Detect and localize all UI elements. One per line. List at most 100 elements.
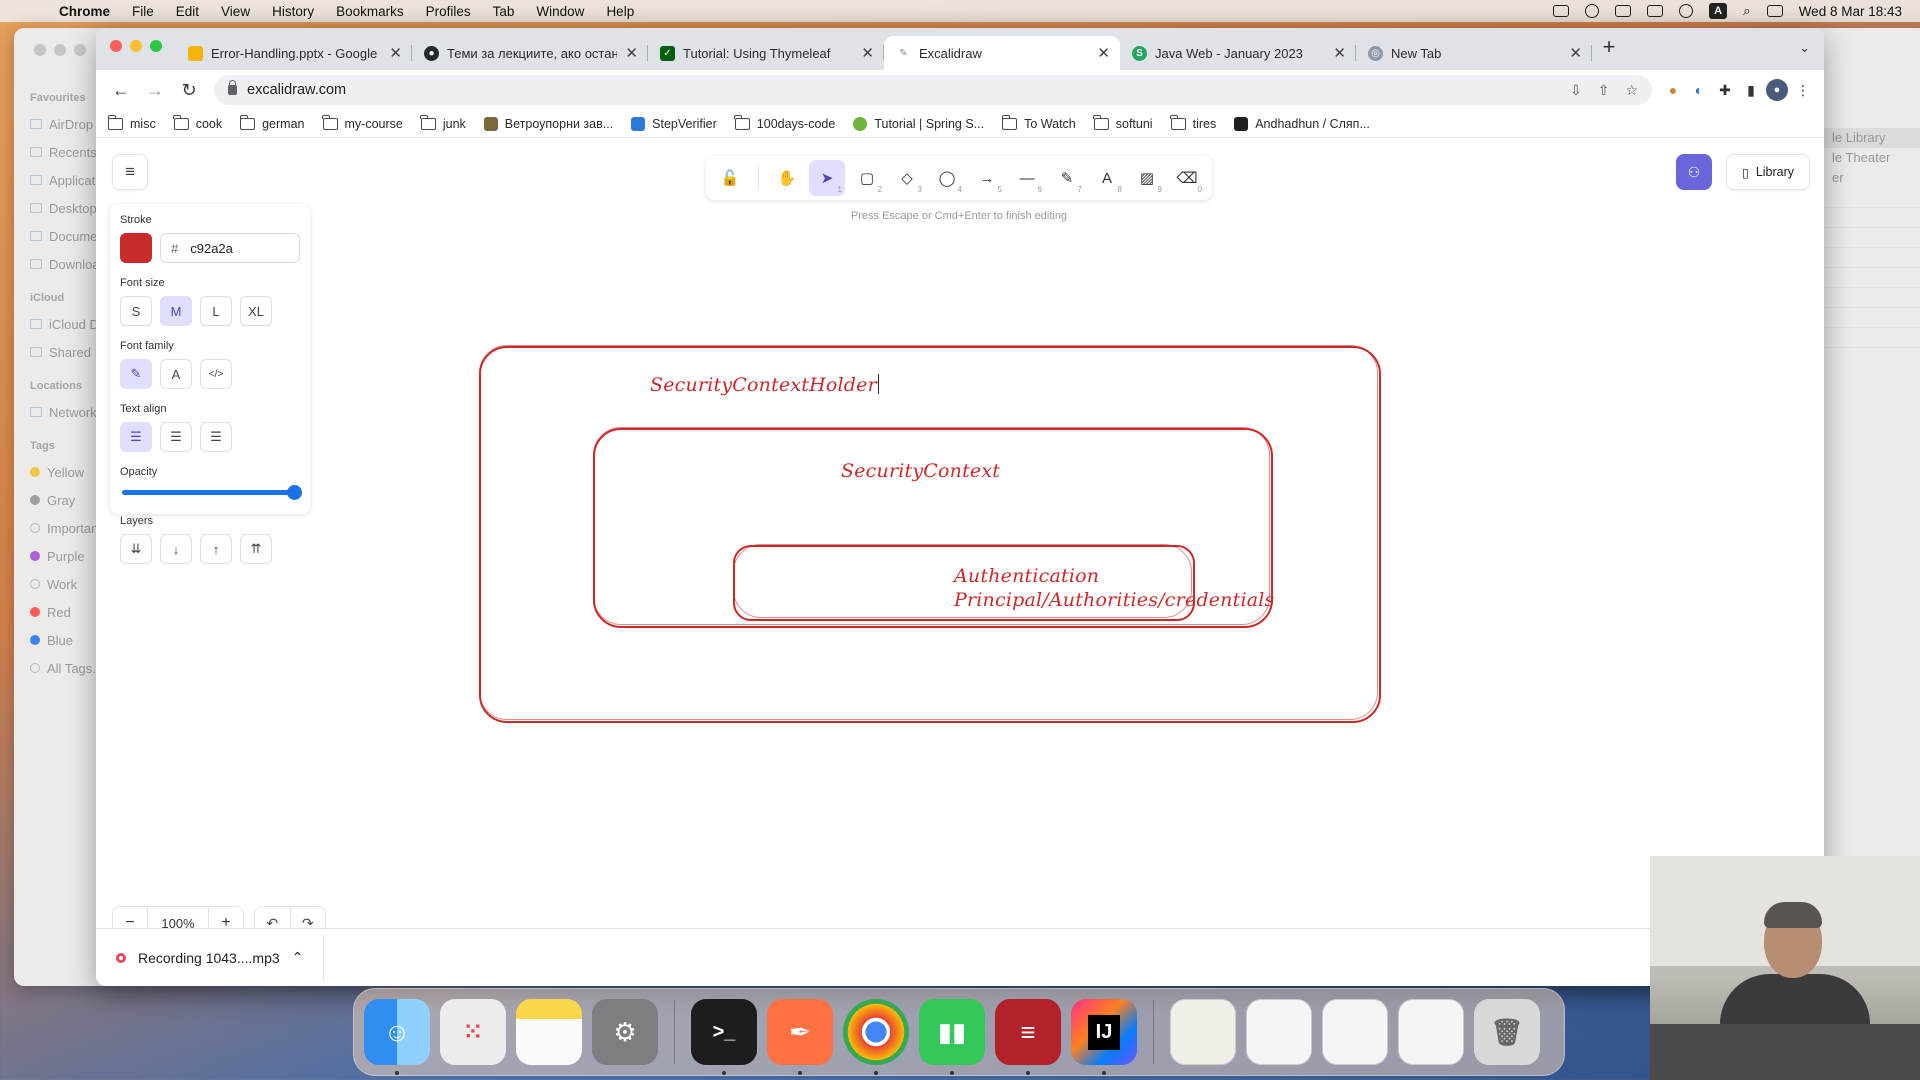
input-source-icon[interactable]	[1553, 5, 1570, 17]
hamburger-menu-icon[interactable]: ≡	[112, 154, 148, 190]
finder-file-row[interactable]: er	[1824, 168, 1920, 188]
bookmark-100days-code[interactable]: 100days-code	[734, 114, 835, 131]
tab-thymeleaf[interactable]: ✓ Tutorial: Using Thymeleaf ✕	[648, 36, 884, 70]
launchpad-dock-icon[interactable]: ⁙	[440, 999, 506, 1065]
cookie-extension-icon[interactable]: ●	[1662, 79, 1684, 101]
image-tool-icon[interactable]: ▨ 9	[1129, 160, 1165, 196]
chrome-menu-icon[interactable]: ⋮	[1792, 79, 1814, 101]
bookmark-spring-tutorial[interactable]: Tutorial | Spring S...	[853, 116, 984, 131]
selection-tool-icon[interactable]: ➤ 1	[809, 160, 845, 196]
script-editor-dock-icon[interactable]: ✒	[767, 999, 833, 1075]
extension-icon[interactable]: ◐	[1688, 79, 1710, 101]
download-item[interactable]: Recording 1043....mp3 ⌃	[116, 934, 325, 981]
bookmark-junk[interactable]: junk	[420, 114, 466, 131]
recent-screenshot-dock-icon[interactable]	[1246, 999, 1312, 1065]
stroke-color-swatch[interactable]	[120, 233, 152, 263]
recent-document-dock-icon[interactable]	[1170, 999, 1236, 1065]
terminal-dock-icon[interactable]: >_	[691, 999, 757, 1075]
close-tab-icon[interactable]: ✕	[625, 44, 638, 62]
font-size-xl-button[interactable]: XL	[240, 296, 272, 326]
menu-view[interactable]: View	[210, 4, 261, 19]
finder-close-button[interactable]	[34, 44, 46, 56]
bookmark-cook[interactable]: cook	[173, 114, 222, 131]
bookmark-windproof[interactable]: Ветроупорни зав...	[483, 116, 613, 131]
clock-text[interactable]: Wed 8 Mar 18:43	[1799, 4, 1902, 19]
align-center-icon[interactable]: ☰	[160, 422, 192, 452]
bookmark-my-course[interactable]: my-course	[322, 114, 403, 131]
intellij-dock-icon[interactable]: IJ	[1071, 999, 1137, 1075]
bookmark-german[interactable]: german	[239, 114, 305, 131]
zoom-window-button[interactable]	[150, 40, 162, 52]
menu-profiles[interactable]: Profiles	[415, 4, 482, 19]
lock-icon[interactable]	[228, 80, 237, 95]
spotlight-search-icon[interactable]: ⌕	[1743, 3, 1751, 19]
bookmark-tires[interactable]: tires	[1170, 114, 1216, 131]
recent-spreadsheet-dock-icon[interactable]	[1322, 999, 1388, 1065]
lock-tool-icon[interactable]: 🔓	[712, 160, 748, 196]
code-font-icon[interactable]: </>	[200, 359, 232, 389]
recent-db-file-dock-icon[interactable]	[1398, 999, 1464, 1065]
stroke-hex-input[interactable]: # c92a2a	[160, 233, 300, 263]
finder-file-row[interactable]: le Theater	[1824, 148, 1920, 168]
bring-to-front-icon[interactable]: ⇈	[240, 534, 272, 564]
minimize-window-button[interactable]	[130, 40, 142, 52]
menu-app-name[interactable]: Chrome	[48, 4, 121, 19]
menu-help[interactable]: Help	[595, 4, 645, 19]
line-tool-icon[interactable]: —6	[1009, 160, 1045, 196]
notes-dock-icon[interactable]	[516, 999, 582, 1065]
authentication-label[interactable]: Authentication Principal/Authorities/cre…	[954, 564, 1274, 612]
bookmark-star-icon[interactable]: ☆	[1625, 82, 1638, 99]
send-backward-icon[interactable]: ↓	[160, 534, 192, 564]
menu-tab[interactable]: Tab	[482, 4, 526, 19]
tab-github-topics[interactable]: ● Теми за лекциите, ако останe ✕	[412, 36, 648, 70]
diamond-tool-icon[interactable]: ◇ 3	[889, 160, 925, 196]
menu-bookmarks[interactable]: Bookmarks	[325, 4, 415, 19]
reload-icon[interactable]: ↻	[174, 75, 204, 105]
tab-excalidraw[interactable]: ✎ Excalidraw ✕	[884, 36, 1120, 70]
live-collaboration-icon[interactable]: ⚇	[1676, 154, 1712, 190]
finder-dock-icon[interactable]: ☺	[364, 999, 430, 1075]
close-tab-icon[interactable]: ✕	[861, 44, 874, 62]
close-tab-icon[interactable]: ✕	[1097, 44, 1110, 62]
menu-edit[interactable]: Edit	[165, 4, 210, 19]
finder-file-row[interactable]: le Library	[1824, 128, 1920, 148]
send-to-back-icon[interactable]: ⇊	[120, 534, 152, 564]
numbers-dock-icon[interactable]: ▮▮	[919, 999, 985, 1075]
hand-tool-icon[interactable]: ✋	[769, 160, 805, 196]
tab-java-web[interactable]: S Java Web - January 2023 ✕	[1120, 36, 1356, 70]
font-size-m-button[interactable]: M	[160, 296, 192, 326]
chevron-up-icon[interactable]: ⌃	[292, 949, 304, 966]
system-settings-dock-icon[interactable]: ⚙	[592, 999, 658, 1065]
bookmark-misc[interactable]: misc	[107, 114, 156, 131]
finder-minimize-button[interactable]	[54, 44, 66, 56]
align-right-icon[interactable]: ☰	[200, 422, 232, 452]
menu-window[interactable]: Window	[525, 4, 595, 19]
font-size-l-button[interactable]: L	[200, 296, 232, 326]
ellipse-tool-icon[interactable]: ◯ 4	[929, 160, 965, 196]
keyboard-layout-icon[interactable]: A	[1709, 3, 1728, 19]
opacity-handle[interactable]	[287, 485, 302, 500]
bring-forward-icon[interactable]: ↑	[200, 534, 232, 564]
database-dock-icon[interactable]: ≡	[995, 999, 1061, 1075]
bookmark-to-watch[interactable]: To Watch	[1001, 114, 1076, 131]
profile-avatar[interactable]: ●	[1766, 79, 1788, 101]
close-window-button[interactable]	[110, 40, 122, 52]
bookmark-stepverifier[interactable]: StepVerifier	[631, 116, 717, 131]
eraser-tool-icon[interactable]: ⌫ 0	[1169, 160, 1205, 196]
trash-dock-icon[interactable]: 🗑	[1474, 999, 1540, 1065]
opacity-slider[interactable]	[122, 485, 302, 500]
align-left-icon[interactable]: ☰	[120, 422, 152, 452]
tab-error-handling[interactable]: Error-Handling.pptx - Google S ✕	[176, 36, 412, 70]
tab-search-chevron-icon[interactable]: ⌄	[1799, 40, 1810, 56]
font-size-s-button[interactable]: S	[120, 296, 152, 326]
wifi-icon[interactable]	[1679, 4, 1694, 18]
close-tab-icon[interactable]: ✕	[389, 44, 402, 62]
security-context-holder-label[interactable]: SecurityContextHolder	[650, 374, 879, 396]
rectangle-tool-icon[interactable]: ▢ 2	[849, 160, 885, 196]
screen-record-icon[interactable]	[1585, 4, 1600, 18]
handdrawn-font-icon[interactable]: ✎	[120, 359, 152, 389]
menu-file[interactable]: File	[121, 4, 165, 19]
bookmark-softuni[interactable]: softuni	[1093, 114, 1153, 131]
tab-new-tab[interactable]: ◎ New Tab ✕	[1356, 36, 1592, 70]
address-url[interactable]: excalidraw.com	[247, 82, 346, 98]
